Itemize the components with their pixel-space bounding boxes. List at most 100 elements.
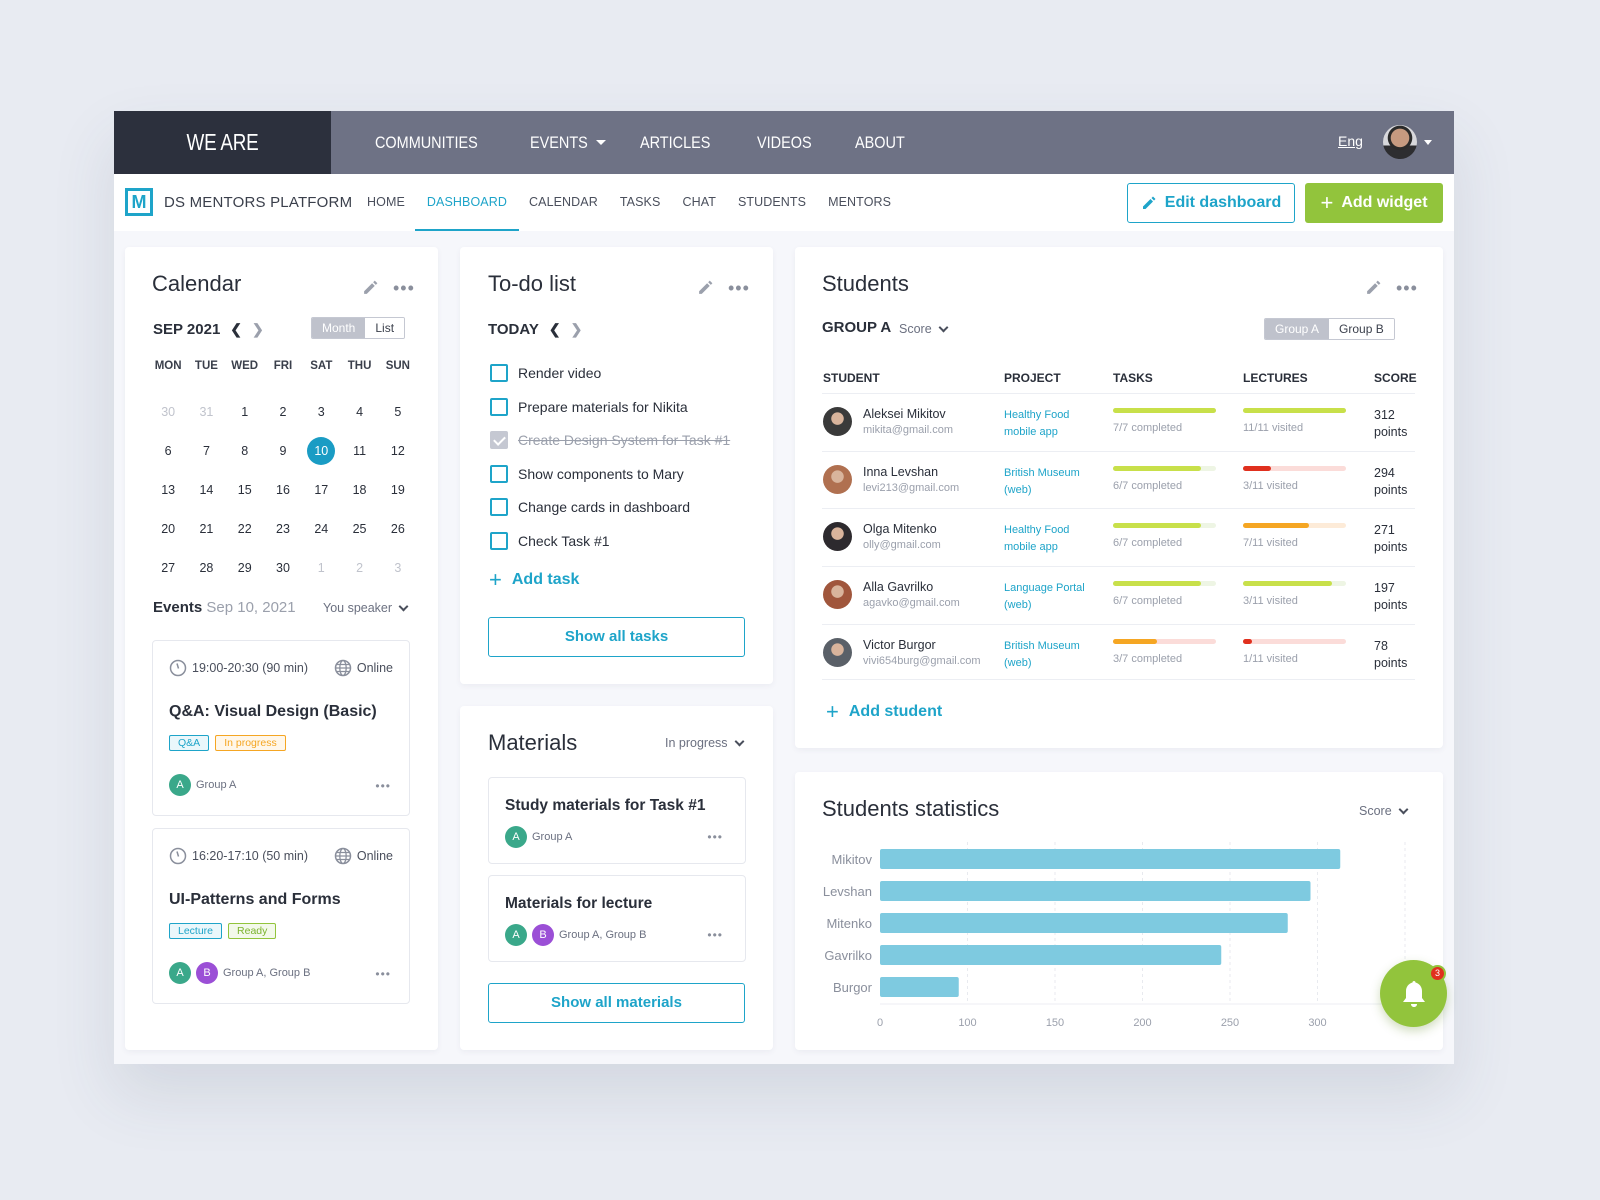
calendar-day[interactable]: 31 bbox=[187, 398, 225, 437]
calendar-day[interactable]: 1 bbox=[302, 554, 340, 593]
show-all-materials-button[interactable]: Show all materials bbox=[488, 983, 745, 1023]
col-score[interactable]: SCORE bbox=[1374, 371, 1417, 385]
chevron-left-icon[interactable]: ❮ bbox=[230, 321, 242, 338]
calendar-day[interactable]: 15 bbox=[226, 476, 264, 515]
materials-filter-dropdown[interactable]: In progress bbox=[665, 736, 744, 750]
todo-checkbox[interactable] bbox=[490, 431, 508, 450]
todo-item[interactable]: Show components to Mary bbox=[490, 464, 684, 483]
add-widget-button[interactable]: + Add widget bbox=[1305, 183, 1443, 223]
more-options-icon[interactable]: ••• bbox=[1396, 279, 1418, 297]
tab-mentors[interactable]: MENTORS bbox=[828, 174, 891, 231]
table-row[interactable]: Inna Levshan levi213@gmail.com British Mus… bbox=[822, 450, 1415, 509]
more-options-icon[interactable]: ••• bbox=[375, 780, 391, 792]
topnav-item-about[interactable]: ABOUT bbox=[855, 133, 914, 153]
chevron-right-icon[interactable]: ❯ bbox=[252, 321, 264, 338]
student-name[interactable]: Olga Mitenko bbox=[863, 522, 937, 536]
todo-checkbox[interactable] bbox=[490, 498, 508, 517]
calendar-day[interactable]: 16 bbox=[264, 476, 302, 515]
calendar-day[interactable]: 13 bbox=[149, 476, 187, 515]
material-card[interactable]: Study materials for Task #1 A Group A ••• bbox=[488, 777, 746, 864]
calendar-day[interactable]: 23 bbox=[264, 515, 302, 554]
language-selector[interactable]: Eng bbox=[1338, 133, 1363, 149]
calendar-day[interactable]: 29 bbox=[226, 554, 264, 593]
edit-dashboard-button[interactable]: Edit dashboard bbox=[1127, 183, 1295, 223]
more-options-icon[interactable]: ••• bbox=[393, 279, 415, 297]
chevron-down-icon[interactable] bbox=[1424, 140, 1432, 145]
pencil-icon[interactable] bbox=[697, 279, 714, 296]
sort-dropdown[interactable]: Score bbox=[899, 322, 949, 336]
tab-home[interactable]: HOME bbox=[367, 174, 405, 231]
calendar-day[interactable]: 14 bbox=[187, 476, 225, 515]
pencil-icon[interactable] bbox=[362, 279, 379, 296]
calendar-day[interactable]: 2 bbox=[264, 398, 302, 437]
event-card[interactable]: 16:20-17:10 (50 min) Online UI-Patterns an… bbox=[152, 828, 410, 1004]
todo-checkbox[interactable] bbox=[490, 397, 508, 416]
add-student-button[interactable]: + Add student bbox=[826, 701, 942, 723]
todo-item[interactable]: Change cards in dashboard bbox=[490, 498, 690, 517]
todo-item[interactable]: Create Design System for Task #1 bbox=[490, 431, 730, 450]
student-project-link[interactable]: Language Portal (web) bbox=[1004, 580, 1094, 614]
tab-dashboard[interactable]: DASHBOARD bbox=[414, 174, 520, 231]
calendar-day[interactable]: 27 bbox=[149, 554, 187, 593]
calendar-day[interactable]: 19 bbox=[379, 476, 417, 515]
calendar-day[interactable]: 2 bbox=[340, 554, 378, 593]
calendar-day[interactable]: 9 bbox=[264, 437, 302, 476]
group-a-button[interactable]: Group A bbox=[1265, 319, 1330, 339]
todo-checkbox[interactable] bbox=[490, 364, 508, 382]
topnav-item-events[interactable]: EVENTS bbox=[530, 133, 606, 153]
calendar-day[interactable]: 8 bbox=[226, 437, 264, 476]
add-task-button[interactable]: + Add task bbox=[489, 569, 579, 591]
table-row[interactable]: Victor Burgor vivi654burg@gmail.com Britis… bbox=[822, 623, 1415, 682]
view-month-button[interactable]: Month bbox=[312, 318, 366, 338]
calendar-day[interactable]: 21 bbox=[187, 515, 225, 554]
student-name[interactable]: Victor Burgor bbox=[863, 638, 936, 652]
calendar-day[interactable]: 5 bbox=[379, 398, 417, 437]
notifications-button[interactable]: 3 bbox=[1380, 960, 1447, 1027]
calendar-day[interactable]: 30 bbox=[149, 398, 187, 437]
calendar-day-selected[interactable]: 10 bbox=[302, 437, 340, 476]
calendar-day[interactable]: 24 bbox=[302, 515, 340, 554]
chevron-right-icon[interactable]: ❯ bbox=[571, 321, 583, 338]
todo-item[interactable]: Check Task #1 bbox=[490, 532, 610, 550]
calendar-day[interactable]: 26 bbox=[379, 515, 417, 554]
calendar-day[interactable]: 7 bbox=[187, 437, 225, 476]
todo-item[interactable]: Render video bbox=[490, 364, 601, 382]
student-project-link[interactable]: British Museum (web) bbox=[1004, 465, 1094, 499]
todo-item[interactable]: Prepare materials for Nikita bbox=[490, 397, 688, 416]
todo-checkbox[interactable] bbox=[490, 532, 508, 550]
student-name[interactable]: Alla Gavrilko bbox=[863, 580, 933, 594]
student-name[interactable]: Aleksei Mikitov bbox=[863, 407, 946, 421]
calendar-day[interactable]: 25 bbox=[340, 515, 378, 554]
calendar-day[interactable]: 1 bbox=[226, 398, 264, 437]
more-options-icon[interactable]: ••• bbox=[728, 279, 750, 297]
col-project[interactable]: PROJECT bbox=[1004, 371, 1061, 385]
tab-calendar[interactable]: CALENDAR bbox=[529, 174, 598, 231]
more-options-icon[interactable]: ••• bbox=[707, 929, 723, 941]
col-lectures[interactable]: LECTURES bbox=[1243, 371, 1308, 385]
chevron-left-icon[interactable]: ❮ bbox=[549, 321, 561, 338]
calendar-day[interactable]: 17 bbox=[302, 476, 340, 515]
col-tasks[interactable]: TASKS bbox=[1113, 371, 1153, 385]
table-row[interactable]: Alla Gavrilko agavko@gmail.com Language Po… bbox=[822, 566, 1415, 624]
tab-tasks[interactable]: TASKS bbox=[620, 174, 661, 231]
tab-chat[interactable]: CHAT bbox=[682, 174, 716, 231]
todo-checkbox[interactable] bbox=[490, 464, 508, 483]
material-card[interactable]: Materials for lecture A B Group A, Group B •… bbox=[488, 875, 746, 962]
table-row[interactable]: Aleksei Mikitov mikita@gmail.com Healthy F… bbox=[822, 393, 1415, 451]
calendar-day[interactable]: 3 bbox=[379, 554, 417, 593]
calendar-day[interactable]: 20 bbox=[149, 515, 187, 554]
view-list-button[interactable]: List bbox=[365, 318, 405, 338]
col-student[interactable]: STUDENT bbox=[823, 371, 880, 385]
topnav-item-videos[interactable]: VIDEOS bbox=[757, 133, 821, 153]
calendar-day[interactable]: 4 bbox=[340, 398, 378, 437]
student-project-link[interactable]: British Museum (web) bbox=[1004, 638, 1094, 672]
calendar-day[interactable]: 28 bbox=[187, 554, 225, 593]
user-avatar[interactable] bbox=[1383, 125, 1417, 159]
calendar-day[interactable]: 11 bbox=[340, 437, 378, 476]
calendar-day[interactable]: 22 bbox=[226, 515, 264, 554]
topnav-item-articles[interactable]: ARTICLES bbox=[640, 133, 723, 153]
student-project-link[interactable]: Healthy Food mobile app bbox=[1004, 407, 1094, 441]
more-options-icon[interactable]: ••• bbox=[707, 831, 723, 843]
brand-logo[interactable]: WE ARE COMMUNITY bbox=[114, 111, 331, 218]
event-title[interactable]: UI-Patterns and Forms bbox=[169, 891, 341, 909]
